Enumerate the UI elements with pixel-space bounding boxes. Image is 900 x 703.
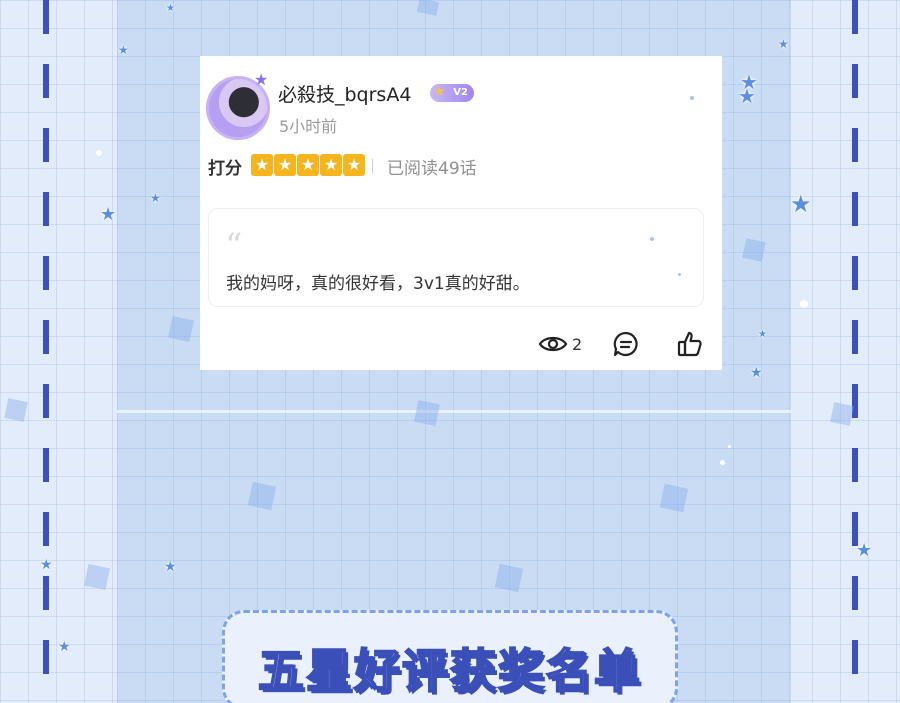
crown-icon: ★ [254, 70, 269, 89]
like-button[interactable] [676, 330, 704, 358]
sparkle-star-icon: ★ [40, 557, 53, 573]
thumbs-up-icon [676, 330, 704, 358]
decor-square [413, 399, 441, 427]
award-banner: 五星好评获奖名单 [222, 610, 678, 703]
sparkle-dot [650, 237, 654, 241]
decor-square [83, 563, 111, 591]
sparkle-star-icon: ★ [790, 190, 812, 218]
sparkle-dot [800, 300, 808, 308]
rating-star-icon: ★ [343, 154, 365, 176]
sparkle-star-icon: ★ [738, 84, 756, 108]
sparkle-star-icon: ★ [778, 37, 789, 51]
sparkle-star-icon: ★ [750, 365, 763, 381]
right-dashed-border [852, 0, 858, 703]
sparkle-dot [690, 96, 694, 100]
decor-square [830, 402, 854, 426]
sparkle-star-icon: ★ [166, 3, 175, 14]
sparkle-star-icon: ★ [118, 43, 129, 57]
sparkle-star-icon: ★ [58, 639, 71, 655]
rating-star-icon: ★ [320, 154, 342, 176]
sparkle-star-icon: ★ [150, 191, 161, 205]
action-bar: 2 [538, 328, 704, 360]
decor-square [4, 398, 28, 422]
post-time: 5小时前 [279, 117, 338, 136]
decor-square [167, 315, 195, 343]
decor-square [742, 238, 766, 262]
rating-star-icon: ★ [251, 154, 273, 176]
sparkle-dot [678, 273, 681, 276]
rating-label: 打分 [208, 159, 242, 179]
review-card: ★ 必殺技_bqrsA4 ★ V2 5小时前 打分 ★ ★ ★ ★ ★ 已阅读4… [200, 56, 722, 370]
decor-square [247, 481, 277, 511]
banner-title: 五星好评获奖名单 [257, 643, 642, 699]
sparkle-star-icon: ★ [856, 540, 873, 561]
comment-box: “ 我的妈呀，真的很好看，3v1真的好甜。 [208, 208, 704, 307]
views-button[interactable]: 2 [538, 333, 582, 355]
vip-badge: ★ V2 [430, 84, 474, 102]
sparkle-dot [728, 445, 731, 448]
sparkle-star-icon: ★ [758, 329, 767, 340]
left-dashed-border [43, 0, 49, 703]
panel-divider [117, 410, 791, 413]
username[interactable]: 必殺技_bqrsA4 [278, 80, 411, 107]
comment-icon [612, 330, 640, 358]
quote-icon: “ [225, 226, 243, 266]
comment-button[interactable] [612, 330, 640, 358]
crown-icon: ★ [433, 84, 446, 100]
divider [372, 159, 373, 173]
decor-square [659, 483, 689, 513]
rating-star-icon: ★ [297, 154, 319, 176]
sparkle-star-icon: ★ [100, 204, 117, 225]
vip-level: V2 [453, 87, 468, 98]
comment-text: 我的妈呀，真的很好看，3v1真的好甜。 [226, 274, 530, 294]
sparkle-star-icon: ★ [164, 559, 177, 575]
rating-star-icon: ★ [274, 154, 296, 176]
sparkle-dot [96, 150, 102, 156]
decor-square [494, 563, 524, 593]
eye-icon [538, 333, 568, 355]
sparkle-dot [720, 460, 725, 465]
star-rating: ★ ★ ★ ★ ★ [251, 154, 365, 176]
view-count: 2 [572, 334, 583, 354]
read-status: 已阅读49话 [387, 159, 477, 179]
